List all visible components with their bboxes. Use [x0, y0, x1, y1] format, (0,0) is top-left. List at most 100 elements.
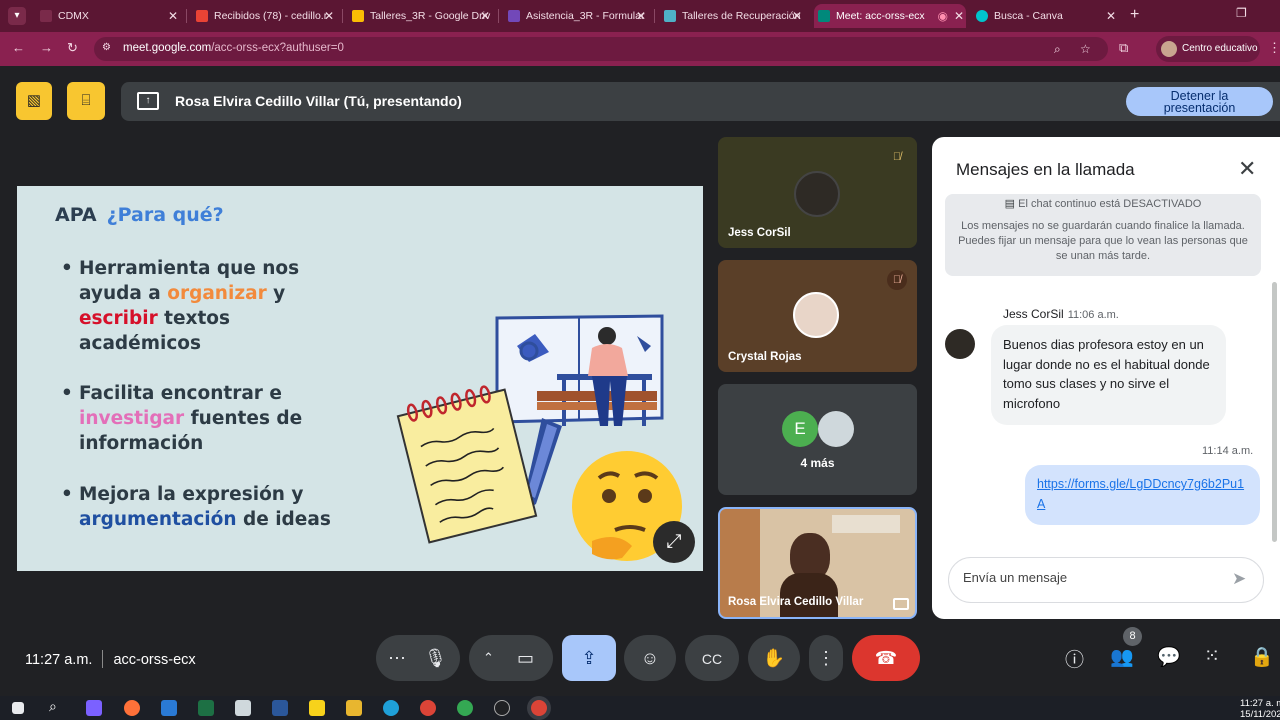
sender-avatar: [945, 329, 975, 359]
edge-icon[interactable]: [383, 700, 399, 716]
slide-bullet-2: • Facilita encontrar e investigar fuente…: [61, 383, 303, 454]
outlook-icon[interactable]: [161, 700, 177, 716]
presenting-label: Rosa Elvira Cedillo Villar (Tú, presenta…: [175, 93, 462, 109]
chat-panel: Mensajes en la llamada ✕ ▤ El chat conti…: [932, 137, 1280, 619]
more-options-button[interactable]: ⋮: [809, 635, 843, 681]
pip-icon[interactable]: [893, 598, 909, 610]
hide-presentation-icon: ▧: [26, 92, 42, 109]
taskbar-clock[interactable]: 11:27 a. m. 15/11/202: [1240, 698, 1280, 720]
search-icon[interactable]: ⌕: [49, 698, 65, 714]
url-text: meet.google.com/acc-orss-ecx?authuser=0: [123, 42, 344, 54]
extensions-icon[interactable]: ⧉: [1119, 40, 1128, 56]
microphone-icon[interactable]: 🎙: [424, 635, 447, 681]
meet-favicon-icon: [818, 10, 830, 22]
zoom-icon[interactable]: ⌕: [1054, 42, 1061, 57]
restore-window-icon[interactable]: ❐: [1236, 6, 1247, 20]
expand-presentation-button[interactable]: ⤢: [653, 521, 695, 563]
windows-start-icon[interactable]: [12, 702, 24, 714]
meeting-details-icon[interactable]: ⓘ: [1065, 645, 1084, 672]
people-count-badge: 8: [1123, 627, 1142, 646]
chat-title: Mensajes en la llamada: [956, 160, 1135, 179]
browser-menu-icon[interactable]: ⋮: [1268, 40, 1280, 56]
chat-input-box[interactable]: ➤: [948, 557, 1264, 603]
participant-tile-self[interactable]: Rosa Elvira Cedillo Villar: [718, 507, 917, 619]
canva-favicon-icon: [976, 10, 988, 22]
participant-tile-crystal[interactable]: 🎙̸ Crystal Rojas: [718, 260, 917, 372]
slide-title: APA ¿Para qué?: [55, 204, 224, 226]
tab-classroom[interactable]: Talleres de Recuperación ✕: [660, 4, 804, 28]
tab-close-icon[interactable]: ✕: [792, 4, 802, 28]
tab-title: Recibidos (78) - cedillo.r: [214, 10, 328, 22]
copilot-icon[interactable]: [86, 700, 102, 716]
leave-call-button[interactable]: ☎: [852, 635, 920, 681]
firefox-icon[interactable]: [124, 700, 140, 716]
reactions-button[interactable]: ☺: [624, 635, 676, 681]
cdmx-favicon-icon: [40, 10, 52, 22]
back-icon[interactable]: ←: [12, 40, 25, 55]
host-controls-button[interactable]: ▧: [16, 82, 52, 120]
file-explorer-icon[interactable]: [346, 700, 362, 716]
chrome-icon[interactable]: [420, 700, 436, 716]
profile-avatar: [1161, 41, 1177, 57]
tab-title: Talleres_3R - Google Driv: [370, 10, 491, 22]
camera-icon[interactable]: ▭: [517, 635, 534, 681]
profile-button[interactable]: Centro educativo: [1156, 36, 1260, 62]
participant-avatar: [794, 171, 840, 217]
room-button[interactable]: ⌸: [67, 82, 105, 120]
video-background: [832, 515, 900, 533]
chevron-up-icon[interactable]: ⌃: [483, 635, 494, 681]
chat-scrollbar[interactable]: [1272, 282, 1277, 542]
tab-cdmx[interactable]: CDMX ✕: [36, 4, 180, 28]
word-icon[interactable]: [272, 700, 288, 716]
mic-control-group: ⋯ 🎙: [376, 635, 460, 681]
participant-tile-more[interactable]: E 4 más: [718, 384, 917, 495]
tab-gmail[interactable]: Recibidos (78) - cedillo.r ✕: [192, 4, 336, 28]
meeting-info: 11:27 a.m. acc-orss-ecx: [25, 650, 196, 668]
bookmark-star-icon[interactable]: ☆: [1080, 42, 1091, 56]
tab-close-icon[interactable]: ✕: [1106, 4, 1116, 28]
send-icon[interactable]: ➤: [1232, 569, 1246, 589]
present-button[interactable]: ⇪: [562, 635, 616, 681]
tab-close-icon[interactable]: ✕: [636, 4, 646, 28]
captions-button[interactable]: CC: [685, 635, 739, 681]
chat-bubble-icon: ▤: [1004, 198, 1016, 210]
tab-close-icon[interactable]: ✕: [324, 4, 334, 28]
message-input[interactable]: [963, 570, 1213, 585]
participant-initial-avatar: E: [782, 411, 818, 447]
chat-icon[interactable]: 💬: [1157, 645, 1181, 669]
tab-google-meet[interactable]: Meet: acc-orss-ecx ◉ ✕: [814, 4, 966, 28]
people-icon[interactable]: 👥: [1110, 645, 1134, 669]
presentation-slide: APA ¿Para qué? • Herramienta que nos ayud…: [17, 186, 703, 571]
stop-presenting-button[interactable]: Detener la presentación: [1126, 87, 1273, 116]
chrome-active-icon[interactable]: [531, 700, 547, 716]
tab-canva[interactable]: Busca - Canva ✕: [972, 4, 1118, 28]
clock-icon[interactable]: [494, 700, 510, 716]
tab-close-icon[interactable]: ✕: [480, 4, 490, 28]
outgoing-message-link[interactable]: https://forms.gle/LgDDcncy7g6b2Pu1A: [1025, 465, 1260, 525]
raise-hand-button[interactable]: ✋: [748, 635, 800, 681]
chrome-profile-icon[interactable]: [457, 700, 473, 716]
host-controls-icon[interactable]: 🔒: [1250, 645, 1274, 669]
classroom-favicon-icon: [664, 10, 676, 22]
sticky-notes-icon[interactable]: [309, 700, 325, 716]
tab-close-icon[interactable]: ✕: [954, 4, 964, 28]
tab-google-forms[interactable]: Asistencia_3R - Formular ✕: [504, 4, 648, 28]
close-icon[interactable]: ✕: [1238, 156, 1256, 182]
incoming-message: Buenos dias profesora estoy en un lugar …: [991, 325, 1226, 425]
activities-icon[interactable]: ⁙: [1204, 645, 1220, 668]
audio-options-icon[interactable]: ⋯: [388, 635, 406, 681]
tab-close-icon[interactable]: ✕: [168, 4, 178, 28]
participant-name: Rosa Elvira Cedillo Villar: [728, 596, 864, 608]
participant-tile-jess[interactable]: 🎙̸ Jess CorSil: [718, 137, 917, 248]
address-bar[interactable]: ⚙ meet.google.com/acc-orss-ecx?authuser=…: [94, 37, 1108, 61]
participant-name: Jess CorSil: [728, 227, 791, 239]
site-info-icon[interactable]: ⚙: [102, 42, 116, 56]
tab-search-button[interactable]: ▾: [8, 7, 26, 25]
excel-icon[interactable]: [198, 700, 214, 716]
forward-icon[interactable]: →: [40, 40, 53, 55]
new-tab-icon[interactable]: +: [1130, 6, 1139, 24]
reload-icon[interactable]: ↻: [67, 40, 78, 56]
tab-google-drive[interactable]: Talleres_3R - Google Driv ✕: [348, 4, 492, 28]
apps-grid-icon[interactable]: [235, 700, 251, 716]
browser-tab-strip: ▾ CDMX ✕ Recibidos (78) - cedillo.r ✕ Ta…: [0, 0, 1280, 32]
